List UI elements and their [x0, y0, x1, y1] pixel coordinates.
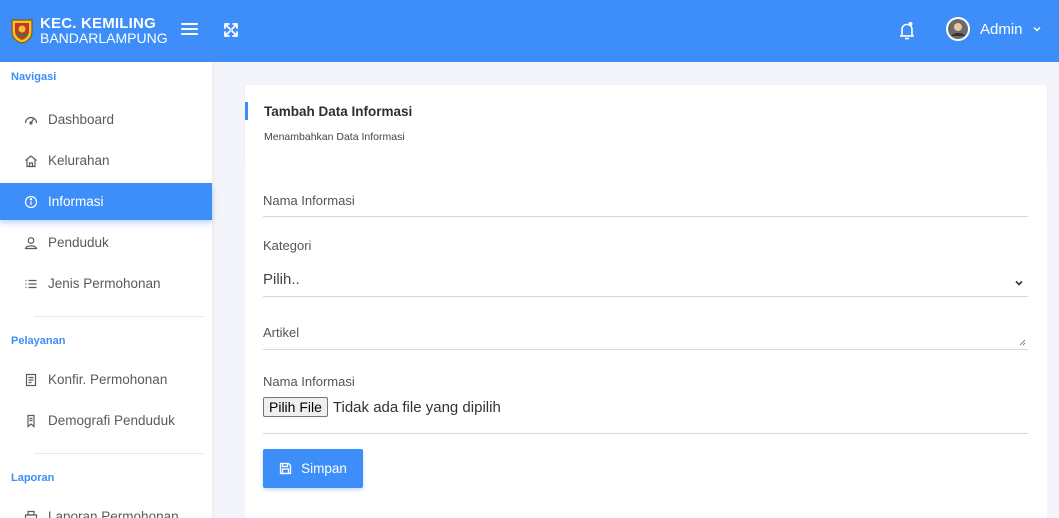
sidebar-item-jenis-permohonan[interactable]: Jenis Permohonan [0, 265, 212, 302]
header-accent-bar [245, 102, 248, 120]
choose-file-button[interactable]: Pilih File [263, 397, 328, 417]
user-menu[interactable]: Admin [946, 17, 1042, 41]
page-header-card: Tambah Data Informasi Menambahkan Data I… [245, 85, 1047, 162]
bookmark-icon [27, 414, 35, 428]
section-label-pelayanan: Pelayanan [11, 335, 66, 347]
sidebar-item-label: Konfir. Permohonan [48, 372, 168, 387]
chevron-down-icon [1015, 280, 1023, 286]
sidebar-item-label: Informasi [48, 194, 104, 209]
sidebar-item-label: Demografi Penduduk [48, 413, 175, 428]
brand-name: KEC. KEMILING [40, 15, 156, 32]
sidebar: Navigasi Dashboard Kelurahan Informasi P… [0, 62, 212, 518]
fullscreen-icon[interactable] [222, 21, 240, 39]
list-icon [25, 279, 37, 288]
name-input-placeholder: Nama Informasi [263, 193, 355, 208]
save-button-label: Simpan [301, 461, 347, 476]
form-card: Nama Informasi Kategori Pilih.. Artikel … [245, 162, 1047, 518]
printer-icon [24, 510, 38, 518]
sidebar-item-konfir-permohonan[interactable]: Konfir. Permohonan [0, 361, 212, 398]
notification-bell-icon[interactable] [898, 21, 916, 41]
sidebar-item-laporan-permohonan[interactable]: Laporan Permohonan [0, 498, 212, 518]
sidebar-item-dashboard[interactable]: Dashboard [0, 101, 212, 138]
file-input[interactable]: Pilih File Tidak ada file yang dipilih [263, 397, 1028, 434]
sidebar-item-label: Laporan Permohonan [48, 509, 179, 518]
category-label: Kategori [263, 238, 312, 253]
user-name: Admin [980, 20, 1023, 38]
brand-city: BANDARLAMPUNG [40, 30, 168, 46]
save-icon [279, 462, 292, 475]
section-label-laporan: Laporan [11, 472, 55, 484]
sidebar-item-label: Penduduk [48, 235, 109, 250]
document-icon [25, 373, 37, 386]
page-title: Tambah Data Informasi [264, 104, 413, 119]
sidebar-item-kelurahan[interactable]: Kelurahan [0, 142, 212, 179]
save-button[interactable]: Simpan [263, 449, 363, 488]
article-textarea-placeholder: Artikel [263, 325, 300, 340]
avatar [946, 17, 970, 41]
top-navbar: KEC. KEMILING BANDARLAMPUNG Admin [0, 0, 1059, 62]
resize-handle-icon[interactable] [1018, 338, 1026, 346]
article-textarea[interactable]: Artikel [263, 324, 1028, 350]
dashboard-icon [24, 116, 38, 125]
user-avatar-icon [948, 19, 968, 39]
sidebar-divider [34, 316, 204, 317]
file-label: Nama Informasi [263, 374, 355, 389]
info-icon [24, 195, 38, 208]
sidebar-item-informasi[interactable]: Informasi [0, 183, 212, 220]
category-select-value: Pilih.. [263, 271, 300, 288]
section-label-navigasi: Navigasi [11, 71, 57, 83]
logo-icon [11, 19, 33, 44]
sidebar-item-label: Jenis Permohonan [48, 276, 161, 291]
name-input[interactable]: Nama Informasi [263, 192, 1028, 217]
sidebar-item-penduduk[interactable]: Penduduk [0, 224, 212, 261]
menu-toggle-icon[interactable] [181, 23, 198, 37]
user-icon [24, 236, 38, 249]
category-select[interactable]: Pilih.. [263, 262, 1028, 297]
page-subtitle: Menambahkan Data Informasi [264, 131, 405, 143]
file-status: Tidak ada file yang dipilih [332, 399, 501, 416]
sidebar-item-label: Kelurahan [48, 153, 110, 168]
sidebar-item-label: Dashboard [48, 112, 115, 127]
chevron-down-icon [1033, 27, 1041, 32]
sidebar-divider [34, 453, 204, 454]
home-icon [25, 154, 37, 167]
sidebar-item-demografi-penduduk[interactable]: Demografi Penduduk [0, 402, 212, 439]
